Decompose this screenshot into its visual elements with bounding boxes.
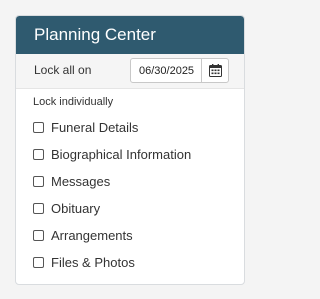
item-label: Obituary (51, 201, 101, 216)
calendar-button[interactable] (201, 59, 228, 82)
lock-item-arrangements[interactable]: Arrangements (33, 222, 244, 249)
messages-checkbox[interactable] (33, 176, 44, 187)
lock-all-row: Lock all on (16, 54, 244, 89)
lock-date-picker (130, 58, 229, 83)
lock-item-biographical-information[interactable]: Biographical Information (33, 141, 244, 168)
lock-item-messages[interactable]: Messages (33, 168, 244, 195)
lock-date-input[interactable] (131, 59, 201, 82)
item-label: Biographical Information (51, 147, 192, 162)
lock-individually-label: Lock individually (33, 96, 114, 108)
obituary-checkbox[interactable] (33, 203, 44, 214)
panel-title: Planning Center (16, 16, 244, 54)
files-photos-checkbox[interactable] (33, 257, 44, 268)
lock-item-funeral-details[interactable]: Funeral Details (33, 114, 244, 141)
item-label: Messages (51, 174, 111, 189)
arrangements-checkbox[interactable] (33, 230, 44, 241)
item-label: Funeral Details (51, 120, 139, 135)
lock-all-label: Lock all on (34, 63, 92, 77)
lock-item-files-photos[interactable]: Files & Photos (33, 249, 244, 276)
biographical-information-checkbox[interactable] (33, 149, 44, 160)
item-label: Arrangements (51, 228, 133, 243)
lock-item-obituary[interactable]: Obituary (33, 195, 244, 222)
calendar-icon (208, 64, 222, 77)
planning-center-panel: Planning Center Lock all on 06/30/2025 L… (15, 15, 245, 285)
item-label: Files & Photos (51, 255, 135, 270)
lock-items-list: Funeral Details Biographical Information… (16, 114, 244, 276)
funeral-details-checkbox[interactable] (33, 122, 44, 133)
